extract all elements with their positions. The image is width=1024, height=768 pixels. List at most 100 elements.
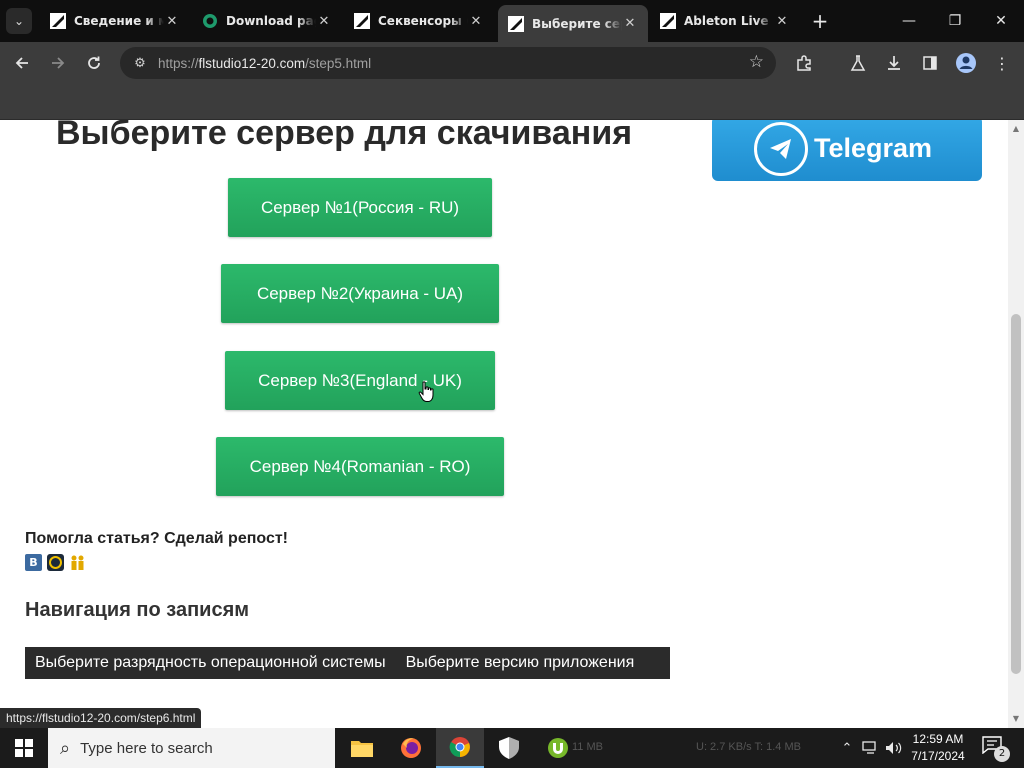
tab-2[interactable]: Download page ✕ [192,5,342,37]
server-1-button[interactable]: Сервер №1(Россия - RU) [228,178,492,237]
close-icon[interactable]: ✕ [164,14,180,29]
post-navigation: Выберите разрядность операционной систем… [25,647,670,679]
scroll-down-arrow[interactable]: ▼ [1008,712,1024,726]
share-buttons: В [25,554,86,571]
puzzle-icon [797,55,811,71]
vk-share-icon[interactable]: В [25,554,42,571]
close-icon[interactable]: ✕ [316,14,332,29]
telegram-label: Telegram [814,133,933,163]
system-clock[interactable]: 12:59 AM 7/17/2024 [902,731,974,765]
fl-studio-icon [50,13,66,29]
tab-title: Выберите сервер [532,16,622,31]
telegram-plane-icon [754,121,808,176]
prev-post-link[interactable]: Выберите разрядность операционной систем… [25,654,396,672]
fl-studio-icon [354,13,370,29]
search-icon: ⌕ [60,737,71,759]
post-navigation-heading: Навигация по записям [25,599,250,621]
network-icon[interactable] [860,728,882,768]
downloads-button[interactable] [880,49,908,77]
folder-icon [351,741,373,757]
tab-title: Ableton Live 12 [684,14,774,28]
volume-icon[interactable] [884,728,904,768]
menu-button[interactable]: ⋮ [988,49,1016,77]
back-button[interactable] [8,49,36,77]
next-post-link[interactable]: Выберите версию приложения [396,654,645,672]
browser-toolbar: ⚙ https://flstudio12-20.com/step5.html ☆… [0,42,1024,84]
restore-button[interactable]: ❐ [932,8,978,34]
bookmarks-bar [0,84,1024,120]
repost-text: Помогла статья? Сделай репост! [25,530,289,547]
tab-title: Сведение и мастеринг [74,14,164,28]
firefox-task[interactable] [387,728,435,768]
tab-search-button[interactable]: ⌄ [6,8,32,34]
extensions-button[interactable] [790,49,818,77]
page-title: Выберите сервер для скачивания [56,120,633,152]
telegram-button[interactable]: Telegram [712,120,982,181]
chrome-icon [449,737,470,758]
utorrent-icon [548,738,568,758]
tray-chevron-up-icon[interactable]: ⌃ [838,728,856,768]
profile-button[interactable] [952,49,980,77]
bookmark-star-icon[interactable]: ☆ [749,52,764,72]
chevron-down-icon: ⌄ [13,14,25,28]
close-window-button[interactable]: ✕ [978,8,1024,34]
server-2-button[interactable]: Сервер №2(Украина - UA) [221,264,499,323]
shield-icon [499,737,519,759]
forward-button[interactable] [44,49,72,77]
notification-center-button[interactable]: 2 [982,736,1012,762]
clock-date: 7/17/2024 [911,749,965,763]
arrow-right-icon [52,57,65,69]
scrollbar-thumb[interactable] [1011,314,1021,674]
tab-3[interactable]: Секвенсоры (Аудио) ✕ [344,5,494,37]
avatar-icon [956,53,976,73]
page-content: Выберите сервер для скачивания Telegram … [0,120,1008,728]
minimize-button[interactable]: — [886,8,932,34]
tab-strip: ⌄ Сведение и мастеринг ✕ Download page ✕… [0,0,1024,42]
server-4-button[interactable]: Сервер №4(Romanian - RO) [216,437,504,496]
reload-button[interactable] [80,49,108,77]
link-status-bubble: https://flstudio12-20.com/step6.html [0,708,202,728]
reload-icon [88,56,100,69]
hand-cursor-icon [418,381,434,402]
side-panel-button[interactable] [916,49,944,77]
fl-studio-icon [508,15,524,32]
start-button[interactable] [0,728,48,768]
labs-button[interactable] [844,49,872,77]
security-task[interactable] [485,728,533,768]
arrow-left-icon [15,57,28,69]
close-icon[interactable]: ✕ [622,16,638,31]
address-bar[interactable]: ⚙ https://flstudio12-20.com/step5.html ☆ [120,47,776,79]
close-icon[interactable]: ✕ [774,14,790,29]
utorrent-speed-readout: U: 2.7 KB/s T: 1.4 MB [696,741,801,753]
download-icon [888,56,900,70]
clock-time: 12:59 AM [912,732,964,746]
file-explorer-task[interactable] [338,728,386,768]
utorrent-upload-readout: 11 MB [572,741,603,753]
new-tab-button[interactable]: + [808,9,832,33]
download-site-icon [202,13,218,29]
firefox-icon [401,738,421,758]
side-panel-icon [923,56,937,70]
url-text: https://flstudio12-20.com/step5.html [158,55,372,71]
tab-title: Download page [226,14,316,28]
close-icon[interactable]: ✕ [468,14,484,29]
tab-5[interactable]: Ableton Live 12 ✕ [650,5,800,37]
windows-logo-icon [15,739,33,757]
scroll-up-arrow[interactable]: ▲ [1008,122,1024,136]
moi-mir-share-icon[interactable] [69,554,86,571]
notification-count-badge: 2 [994,746,1010,762]
chrome-task[interactable] [436,728,484,768]
kebab-menu-icon: ⋮ [994,53,1010,73]
server-3-button[interactable]: Сервер №3(England - UK) [225,351,495,410]
page-scrollbar[interactable]: ▲ ▼ [1008,120,1024,728]
site-settings-icon[interactable]: ⚙ [130,56,150,71]
flask-icon [850,55,866,71]
odnoklassniki-share-icon[interactable] [47,554,64,571]
windows-taskbar: ⌕ Type here to search 11 MB U: 2.7 KB/s … [0,728,1024,768]
tab-4-active[interactable]: Выберите сервер ✕ [498,5,648,42]
fl-studio-icon [660,13,676,29]
tab-title: Секвенсоры (Аудио) [378,14,468,28]
tab-1[interactable]: Сведение и мастеринг ✕ [40,5,190,37]
search-placeholder: Type here to search [80,739,213,757]
taskbar-search-box[interactable]: ⌕ Type here to search [48,728,335,768]
